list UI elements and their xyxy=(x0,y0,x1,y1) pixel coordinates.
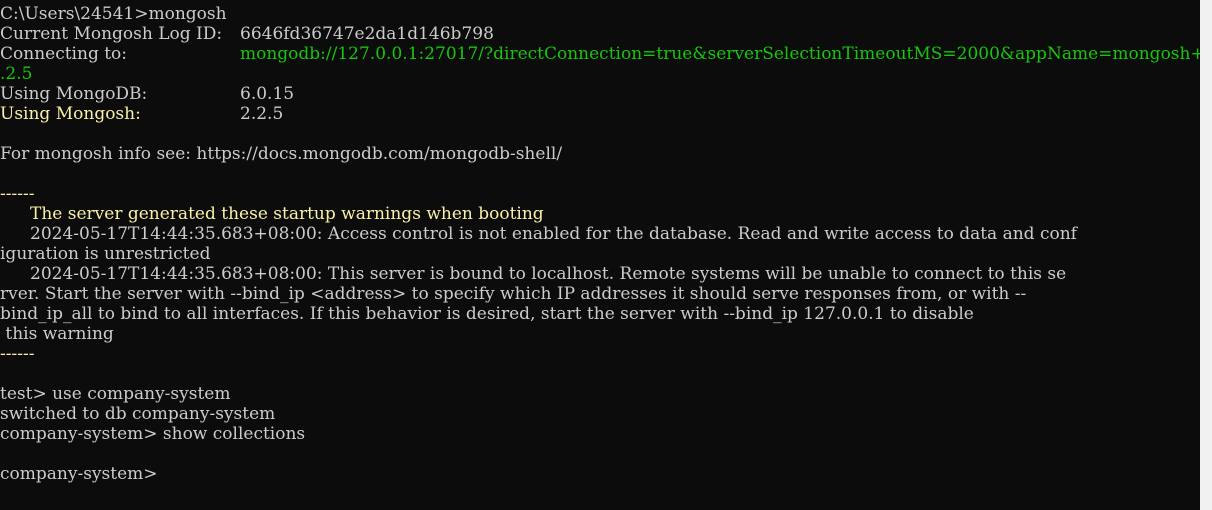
mongosh-version-line: Using Mongosh: 2.2.5 xyxy=(0,104,1200,124)
log-id-label: Current Mongosh Log ID: xyxy=(0,24,223,44)
separator-top: ------ xyxy=(0,184,35,204)
warning-2-line-4: this warning xyxy=(0,324,114,344)
command-use-db-output: switched to db company-system xyxy=(0,404,276,424)
info-line: For mongosh info see: https://docs.mongo… xyxy=(0,144,563,164)
mongodb-label: Using MongoDB: xyxy=(0,84,148,104)
warning-1-line-1: 2024-05-17T14:44:35.683+08:00: Access co… xyxy=(30,224,1077,244)
terminal-window[interactable]: C:\Users\24541>mongosh Current Mongosh L… xyxy=(0,0,1200,510)
warning-title: The server generated these startup warni… xyxy=(30,204,544,224)
connecting-line: Connecting to: mongodb://127.0.0.1:27017/… xyxy=(0,44,1200,64)
log-id-line: Current Mongosh Log ID: 6646fd36747e2da1d… xyxy=(0,24,1200,44)
mongodb-version-line: Using MongoDB: 6.0.15 xyxy=(0,84,1200,104)
command-use-db: test> use company-system xyxy=(0,384,231,404)
command-show-collections: company-system> show collections xyxy=(0,424,306,444)
current-prompt[interactable]: company-system> xyxy=(0,464,1200,484)
warning-1-line-2: iguration is unrestricted xyxy=(0,244,211,264)
connection-string-wrap: .2.5 xyxy=(0,64,33,84)
separator-bottom: ------ xyxy=(0,344,35,364)
warning-2-line-2: rver. Start the server with --bind_ip <a… xyxy=(0,284,1027,304)
prompt-line: C:\Users\24541>mongosh xyxy=(0,4,227,24)
connecting-label: Connecting to: xyxy=(0,44,128,64)
mongodb-version: 6.0.15 xyxy=(240,84,295,104)
connection-string: mongodb://127.0.0.1:27017/?directConnect… xyxy=(240,44,1200,64)
log-id-value: 6646fd36747e2da1d146b798 xyxy=(240,24,494,44)
warning-2-line-1: 2024-05-17T14:44:35.683+08:00: This serv… xyxy=(30,264,1067,284)
terminal-output: C:\Users\24541>mongosh Current Mongosh L… xyxy=(0,4,1200,484)
mongosh-label: Using Mongosh: xyxy=(0,104,141,124)
vertical-scrollbar[interactable] xyxy=(1200,0,1212,510)
mongosh-version: 2.2.5 xyxy=(240,104,284,124)
warning-2-line-3: bind_ip_all to bind to all interfaces. I… xyxy=(0,304,974,324)
